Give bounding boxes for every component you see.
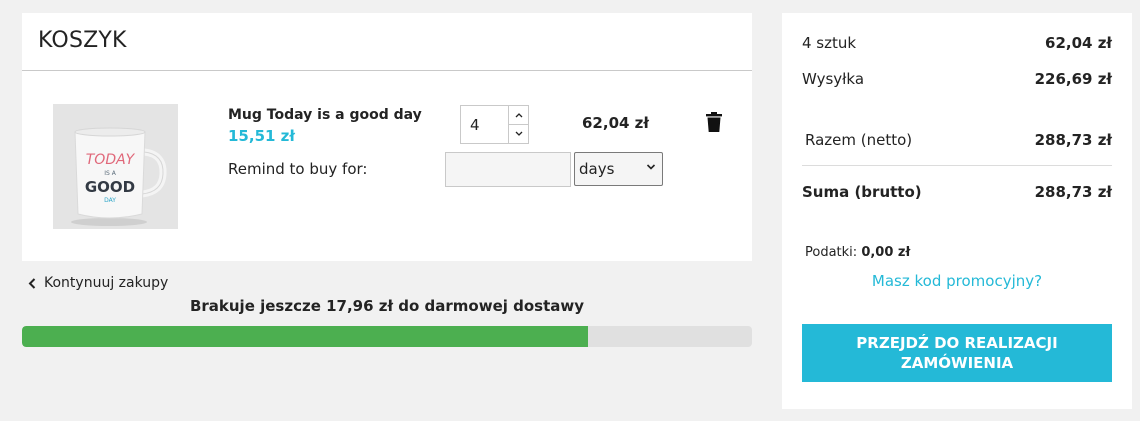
quantity-input[interactable] <box>461 106 508 143</box>
summary-shipping-row: Wysyłka 226,69 zł <box>802 70 1112 88</box>
summary-shipping-value: 226,69 zł <box>1034 70 1112 88</box>
trash-icon <box>706 112 722 132</box>
quantity-stepper[interactable] <box>460 105 529 144</box>
chevron-up-icon <box>515 113 522 118</box>
summary-items-label: 4 sztuk <box>802 34 857 52</box>
summary-divider <box>802 165 1112 166</box>
summary-net-label: Razem (netto) <box>805 131 913 149</box>
continue-shopping-link[interactable]: Kontynuuj zakupy <box>28 275 168 291</box>
summary-net-row: Razem (netto) 288,73 zł <box>805 131 1112 149</box>
continue-shopping-label: Kontynuuj zakupy <box>44 275 169 291</box>
product-name[interactable]: Mug Today is a good day <box>228 107 422 123</box>
cart-header: KOSZYK <box>22 13 752 71</box>
product-unit-price: 15,51 zł <box>228 127 295 145</box>
remove-item-button[interactable] <box>706 112 722 132</box>
quantity-decrease-button[interactable] <box>508 125 528 143</box>
product-line-total: 62,04 zł <box>582 114 649 132</box>
free-shipping-progress-fill <box>22 326 588 347</box>
mug-text-line3: GOOD <box>85 178 135 196</box>
cart-title: KOSZYK <box>38 28 127 53</box>
remind-unit-value: days <box>579 160 615 178</box>
quantity-increase-button[interactable] <box>508 106 528 125</box>
remind-amount-input[interactable] <box>445 152 571 187</box>
order-summary-panel: 4 sztuk 62,04 zł Wysyłka 226,69 zł Razem… <box>782 13 1132 409</box>
summary-taxes-value: 0,00 zł <box>861 245 911 260</box>
free-shipping-progress <box>22 326 752 347</box>
summary-net-value: 288,73 zł <box>1034 131 1112 149</box>
product-image[interactable]: TODAY IS A GOOD DAY <box>53 104 178 229</box>
summary-items-row: 4 sztuk 62,04 zł <box>802 34 1112 52</box>
summary-gross-row: Suma (brutto) 288,73 zł <box>802 183 1112 201</box>
mug-text-line1: TODAY <box>86 152 136 168</box>
remind-unit-select[interactable]: days <box>574 152 663 186</box>
mug-illustration: TODAY IS A GOOD DAY <box>53 104 178 229</box>
checkout-button[interactable]: PRZEJDŹ DO REALIZACJI ZAMÓWIENIA <box>802 324 1112 382</box>
promo-code-link[interactable]: Masz kod promocyjny? <box>782 272 1132 290</box>
summary-items-value: 62,04 zł <box>1045 34 1112 52</box>
remind-label: Remind to buy for: <box>228 160 368 178</box>
cart-panel: KOSZYK TODAY IS A GOOD DAY Mug Today is … <box>22 13 752 261</box>
chevron-down-icon <box>515 131 522 136</box>
summary-shipping-label: Wysyłka <box>802 70 865 88</box>
summary-gross-value: 288,73 zł <box>1034 183 1112 201</box>
chevron-left-icon <box>28 277 36 289</box>
mug-text-line4: DAY <box>104 197 116 204</box>
summary-taxes-label: Podatki: <box>805 245 858 260</box>
mug-text-line2: IS A <box>104 170 116 177</box>
summary-gross-label: Suma (brutto) <box>802 183 922 201</box>
free-shipping-message: Brakuje jeszcze 17,96 zł do darmowej dos… <box>189 297 585 315</box>
chevron-down-icon <box>646 164 656 170</box>
summary-taxes: Podatki: 0,00 zł <box>805 245 910 260</box>
